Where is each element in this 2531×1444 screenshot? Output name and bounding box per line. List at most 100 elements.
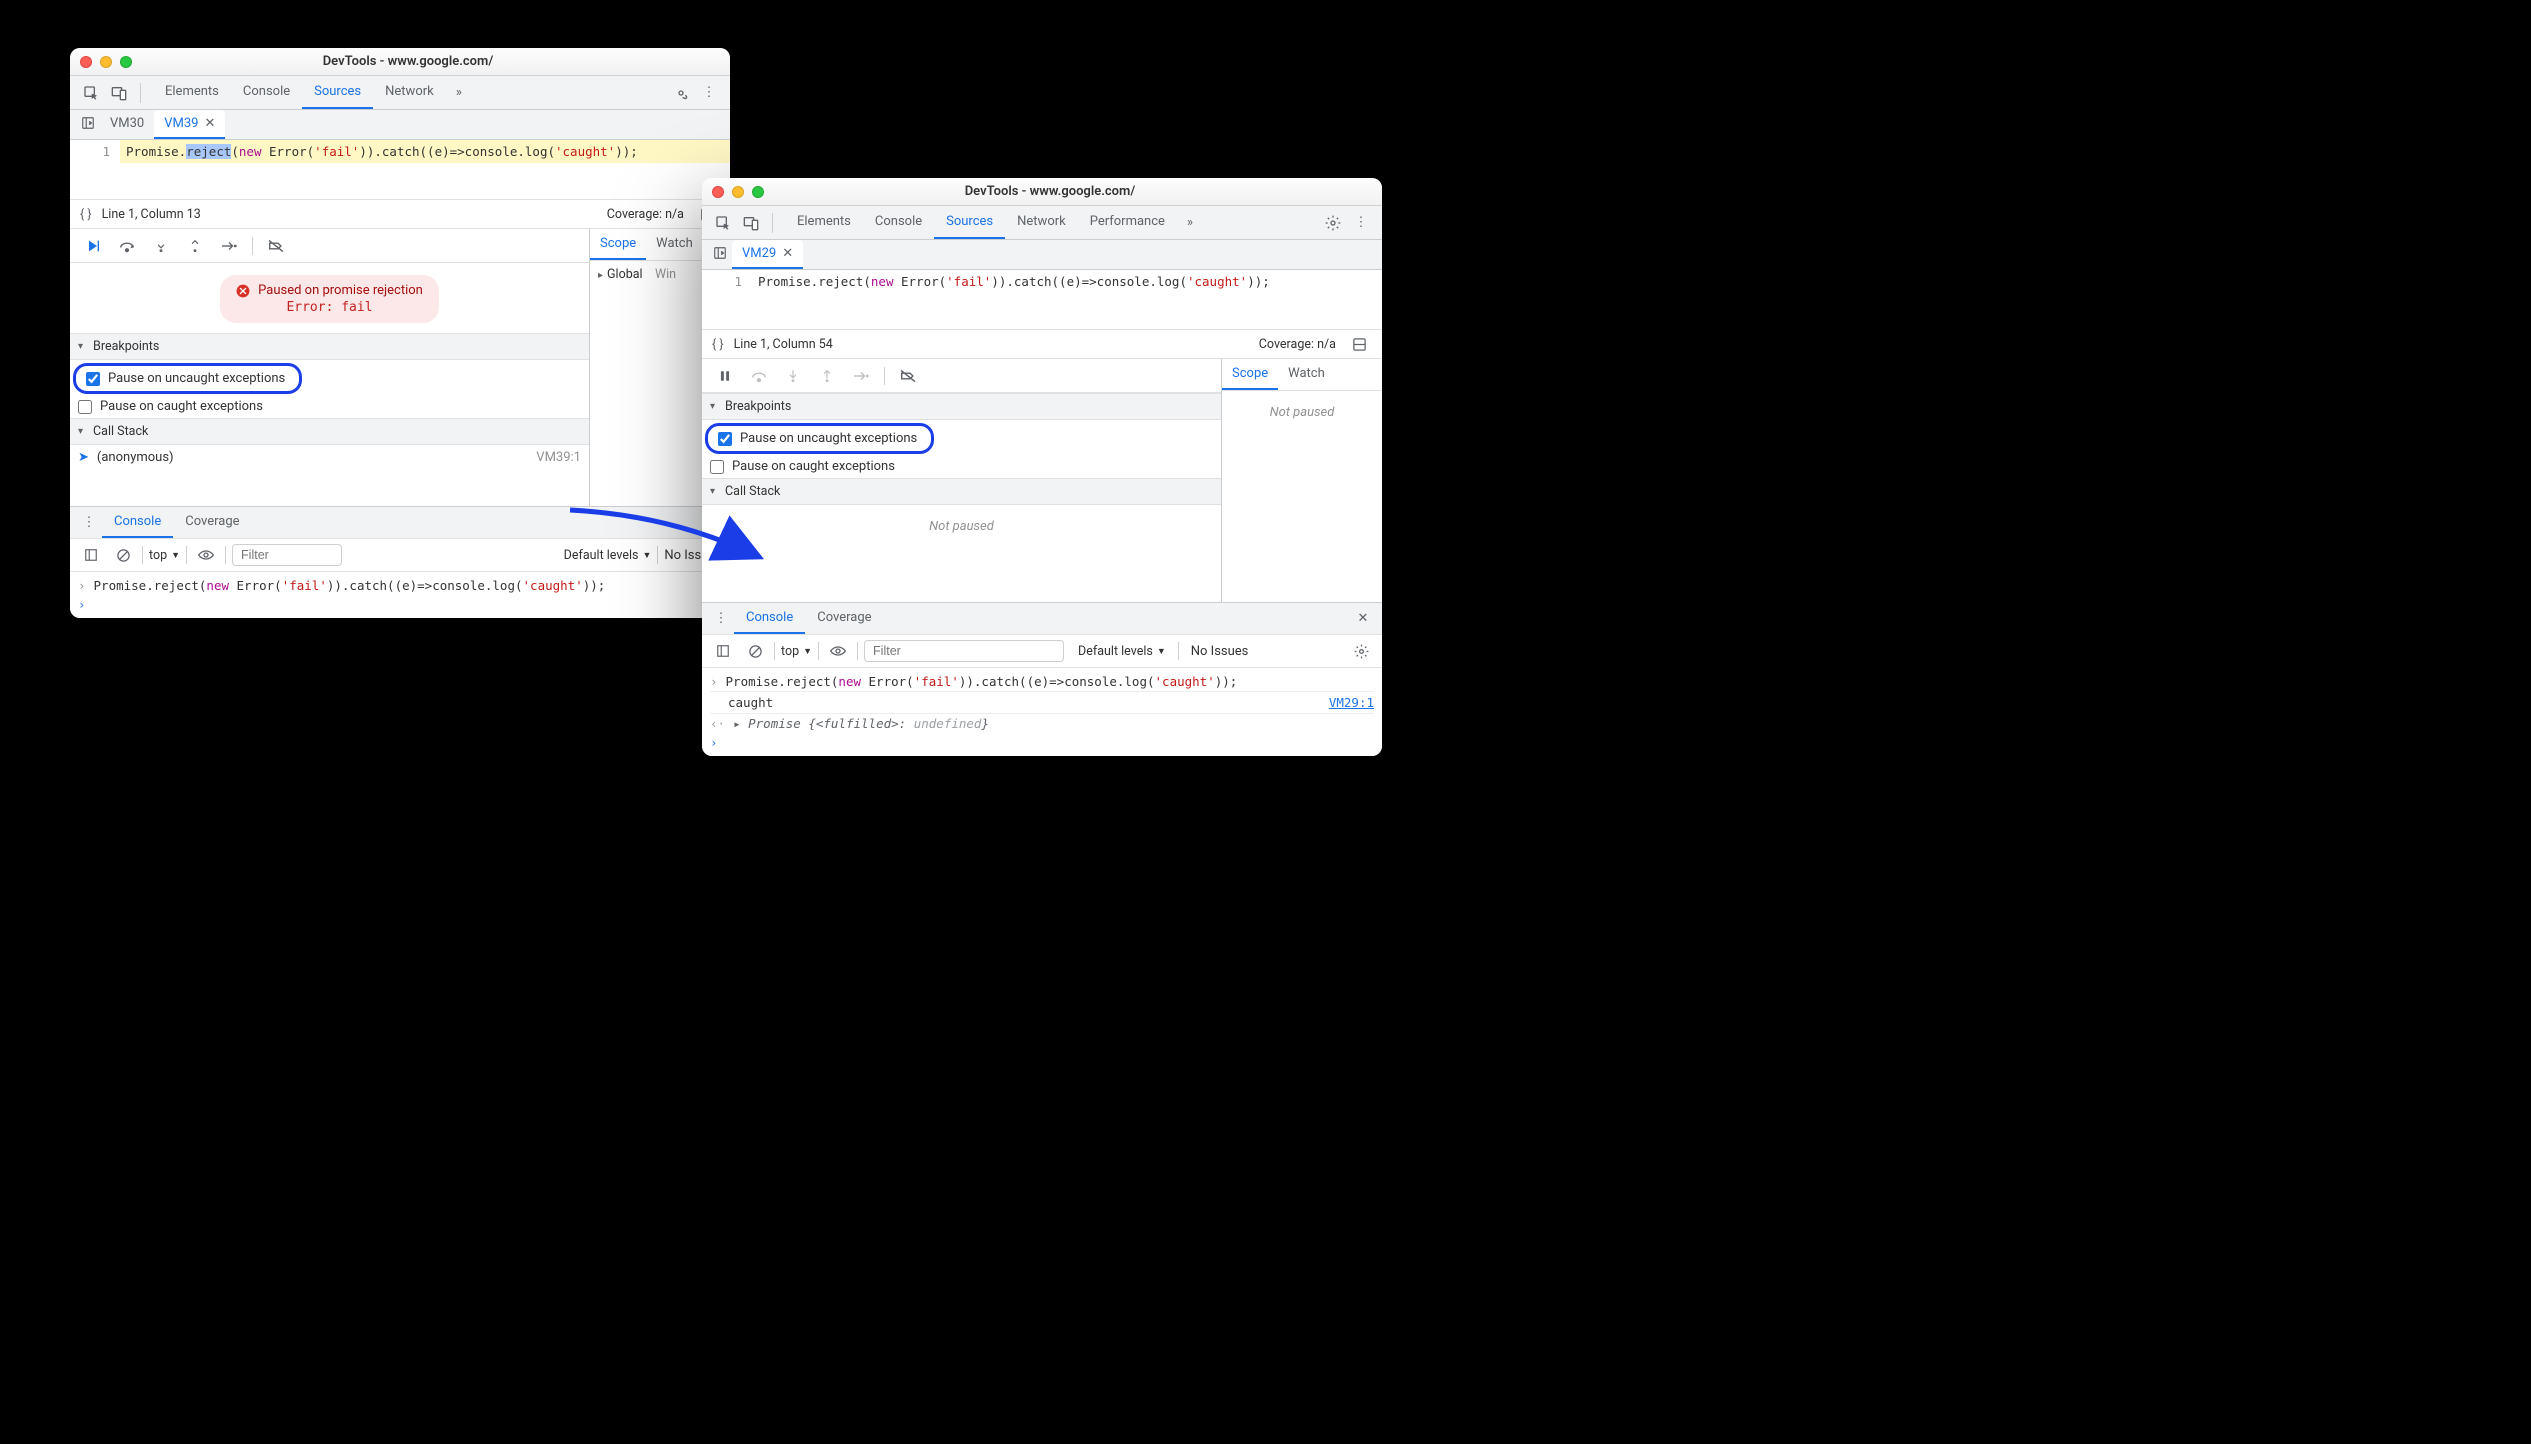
step-out-button[interactable] [812,363,842,389]
more-tabs-icon[interactable]: » [446,80,472,106]
step-out-button[interactable] [180,233,210,259]
inspect-icon[interactable] [78,80,104,106]
more-options-icon[interactable]: ⋮ [696,80,722,106]
console-prompt-line[interactable]: › [78,595,722,614]
tab-elements[interactable]: Elements [153,76,231,109]
tab-network[interactable]: Network [373,76,446,109]
close-window-button[interactable] [80,56,92,68]
status-bar: { } Line 1, Column 54 Coverage: n/a [702,329,1382,359]
tab-console[interactable]: Console [863,206,934,239]
settings-icon[interactable] [668,80,694,106]
issues-button[interactable]: No Issues [1191,644,1249,659]
close-window-button[interactable] [712,186,724,198]
tab-sources[interactable]: Sources [934,206,1005,239]
step-button[interactable] [214,233,244,259]
drawer-tab-console[interactable]: Console [734,603,805,634]
devtools-window-right: DevTools - www.google.com/ Elements Cons… [702,178,1382,756]
callstack-section-header[interactable]: Call Stack [70,418,589,445]
watch-tab[interactable]: Watch [646,229,703,260]
pause-button[interactable] [710,363,740,389]
deactivate-breakpoints-button[interactable] [893,363,923,389]
source-editor[interactable]: 1 Promise.reject(new Error('fail')).catc… [70,140,730,163]
callstack-section-header[interactable]: Call Stack [702,478,1221,505]
clear-console-icon[interactable] [742,638,768,664]
pause-caught-checkbox[interactable]: Pause on caught exceptions [702,455,1221,478]
close-icon[interactable]: ✕ [782,246,793,261]
scope-pane: Scope Watch Not paused [1222,359,1382,602]
live-expression-icon[interactable] [825,638,851,664]
source-link[interactable]: VM29:1 [1329,695,1374,710]
pause-uncaught-checkbox[interactable]: Pause on uncaught exceptions [78,367,293,390]
tab-performance[interactable]: Performance [1078,206,1177,239]
settings-icon[interactable] [1320,210,1346,236]
close-drawer-icon[interactable]: ✕ [1350,606,1376,632]
console-filter-input[interactable] [232,544,342,566]
tab-sources[interactable]: Sources [302,76,373,109]
navigator-toggle-icon[interactable] [708,240,732,266]
minimize-window-button[interactable] [732,186,744,198]
source-editor[interactable]: 1 Promise.reject(new Error('fail')).catc… [702,270,1382,293]
console-settings-icon[interactable] [1348,638,1374,664]
console-sidebar-toggle-icon[interactable] [78,542,104,568]
log-levels-selector[interactable]: Default levels ▼ [1078,644,1166,659]
step-over-button[interactable] [744,363,774,389]
call-frame[interactable]: ➤ (anonymous) VM39:1 [70,445,589,470]
breakpoints-section-header[interactable]: Breakpoints [702,393,1221,420]
debugger-left-pane: Paused on promise rejection Error: fail … [70,229,590,506]
step-button[interactable] [846,363,876,389]
more-options-icon[interactable]: ⋮ [1348,210,1374,236]
inspect-icon[interactable] [710,210,736,236]
live-expression-icon[interactable] [193,542,219,568]
scope-not-paused: Not paused [1222,391,1382,434]
drawer-tab-coverage[interactable]: Coverage [173,507,251,538]
scope-tab[interactable]: Scope [590,229,646,260]
scope-global-row[interactable]: Global [598,267,643,282]
step-into-button[interactable] [778,363,808,389]
clear-console-icon[interactable] [110,542,136,568]
console-output[interactable]: › Promise.reject(new Error('fail')).catc… [702,668,1382,756]
format-icon[interactable]: { } [712,337,724,352]
drawer-more-icon[interactable]: ⋮ [76,510,102,536]
drawer-tab-console[interactable]: Console [102,507,173,538]
tab-elements[interactable]: Elements [785,206,863,239]
zoom-window-button[interactable] [120,56,132,68]
tab-console[interactable]: Console [231,76,302,109]
console-filter-input[interactable] [864,640,1064,662]
step-over-button[interactable] [112,233,142,259]
zoom-window-button[interactable] [752,186,764,198]
output-chevron-icon: ‹· [710,716,725,731]
minimize-window-button[interactable] [100,56,112,68]
coverage-toggle-icon[interactable] [1346,331,1372,357]
console-sidebar-toggle-icon[interactable] [710,638,736,664]
file-tab-vm39[interactable]: VM39 ✕ [154,110,225,139]
resume-button[interactable] [78,233,108,259]
format-icon[interactable]: { } [80,207,92,222]
breakpoints-section-header[interactable]: Breakpoints [70,333,589,360]
watch-tab[interactable]: Watch [1278,359,1335,390]
code-line[interactable]: Promise.reject(new Error('fail')).catch(… [120,140,730,163]
console-prompt-line[interactable]: › [710,733,1374,752]
file-tab-vm29[interactable]: VM29 ✕ [732,240,803,269]
context-selector[interactable]: top ▼ [149,548,180,563]
cursor-position: Line 1, Column 13 [102,207,201,222]
titlebar: DevTools - www.google.com/ [70,48,730,76]
file-tab-vm30[interactable]: VM30 [100,110,154,139]
navigator-toggle-icon[interactable] [76,110,100,136]
more-tabs-icon[interactable]: » [1177,210,1203,236]
device-toggle-icon[interactable] [106,80,132,106]
tab-network[interactable]: Network [1005,206,1078,239]
deactivate-breakpoints-button[interactable] [261,233,291,259]
drawer-tab-coverage[interactable]: Coverage [805,603,883,634]
drawer-more-icon[interactable]: ⋮ [708,606,734,632]
pause-uncaught-checkbox[interactable]: Pause on uncaught exceptions [710,427,925,450]
device-toggle-icon[interactable] [738,210,764,236]
step-into-button[interactable] [146,233,176,259]
error-icon [236,284,250,298]
pause-caught-checkbox[interactable]: Pause on caught exceptions [70,395,589,418]
code-line[interactable]: Promise.reject(new Error('fail')).catch(… [752,270,1382,293]
scope-tab[interactable]: Scope [1222,359,1278,390]
log-levels-selector[interactable]: Default levels ▼ [564,548,652,563]
context-selector[interactable]: top ▼ [781,644,812,659]
close-icon[interactable]: ✕ [205,116,216,131]
console-output[interactable]: › Promise.reject(new Error('fail')).catc… [70,572,730,618]
